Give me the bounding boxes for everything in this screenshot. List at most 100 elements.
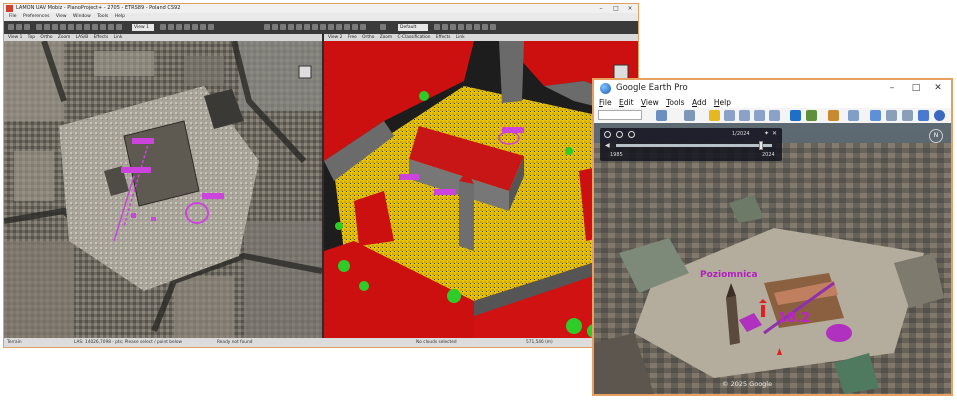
clip-icon[interactable] — [84, 24, 90, 30]
ortho-point-cloud[interactable] — [4, 41, 322, 340]
user-data-icon[interactable] — [352, 24, 358, 30]
view1-zoom[interactable]: Zoom — [58, 35, 70, 40]
menu-preferences[interactable]: Preferences — [23, 14, 49, 19]
ge-maps-icon[interactable] — [918, 110, 929, 121]
ge-maximize-icon[interactable]: □ — [905, 80, 927, 97]
palette-icon[interactable] — [442, 24, 448, 30]
view2-colorby[interactable]: C-Classification — [398, 35, 431, 40]
classification-icon[interactable] — [288, 24, 294, 30]
3d-view-pane[interactable]: View 2 Free Ortho Zoom C-Classification … — [324, 34, 638, 340]
view2-mode[interactable]: Free — [348, 35, 357, 40]
menu-view[interactable]: View — [56, 14, 67, 19]
return-icon[interactable] — [320, 24, 326, 30]
color-icon[interactable] — [100, 24, 106, 30]
side-view-icon[interactable] — [192, 24, 198, 30]
scan-angle-icon[interactable] — [336, 24, 342, 30]
info-icon[interactable] — [482, 24, 488, 30]
ge-globe-icon[interactable] — [934, 110, 945, 121]
ge-search-input[interactable] — [598, 110, 642, 120]
menu-file[interactable]: File — [9, 14, 17, 19]
ge-time-track[interactable] — [616, 144, 772, 147]
ge-menu-help[interactable]: Help — [714, 98, 731, 107]
intensity-icon[interactable] — [304, 24, 310, 30]
stats-icon[interactable] — [458, 24, 464, 30]
ge-path-icon[interactable] — [739, 110, 750, 121]
ge-time-settings-icon[interactable] — [604, 131, 611, 138]
view2-tab[interactable]: View 2 — [328, 35, 342, 40]
ge-planets-icon[interactable] — [828, 110, 839, 121]
ge-zoom-in-time-icon[interactable] — [616, 131, 623, 138]
layers-icon[interactable] — [24, 24, 30, 30]
menu-help[interactable]: Help — [115, 14, 125, 19]
measure-icon[interactable] — [68, 24, 74, 30]
view-cube-3d-icon[interactable] — [613, 64, 629, 80]
ge-overlay-icon[interactable] — [754, 110, 765, 121]
refresh-icon[interactable] — [208, 24, 214, 30]
view-combo[interactable]: View 1 — [132, 24, 154, 31]
classified-point-cloud[interactable] — [324, 41, 638, 340]
zoom-icon[interactable] — [60, 24, 66, 30]
fit-icon[interactable] — [200, 24, 206, 30]
persp-icon[interactable] — [168, 24, 174, 30]
ge-print-icon[interactable] — [886, 110, 897, 121]
ge-imagery[interactable] — [594, 123, 951, 394]
source-icon[interactable] — [344, 24, 350, 30]
ge-menu-tools[interactable]: Tools — [666, 98, 684, 107]
top-view-icon[interactable] — [176, 24, 182, 30]
eye-dome-icon[interactable] — [280, 24, 286, 30]
view2-zoom[interactable]: Zoom — [380, 35, 392, 40]
open-icon[interactable] — [8, 24, 14, 30]
ge-menu-edit[interactable]: Edit — [619, 98, 634, 107]
ge-zoom-out-time-icon[interactable] — [628, 131, 635, 138]
style-combo[interactable]: Default — [398, 24, 428, 31]
ge-save-image-icon[interactable] — [902, 110, 913, 121]
profile-icon[interactable] — [474, 24, 480, 30]
ge-3d-viewport[interactable]: 1/2024 ✦ ✕ ◀ 1985 2024 N Poziomnica 18.2… — [594, 123, 951, 394]
view1-tab[interactable]: View 1 — [8, 35, 22, 40]
view1-colorby[interactable]: LAS/B — [76, 35, 89, 40]
maximize-icon[interactable]: □ — [609, 4, 623, 13]
time-icon[interactable] — [328, 24, 334, 30]
ge-menu-view[interactable]: View — [641, 98, 659, 107]
view2-effects[interactable]: Effects — [436, 35, 451, 40]
style-icon[interactable] — [380, 24, 386, 30]
front-view-icon[interactable] — [184, 24, 190, 30]
light-icon[interactable] — [108, 24, 114, 30]
menu-tools[interactable]: Tools — [97, 14, 108, 19]
ge-sidebar-icon[interactable] — [684, 110, 695, 121]
legend-icon[interactable] — [450, 24, 456, 30]
ge-time-wrench-icon[interactable]: ✦ — [764, 130, 769, 137]
view2-projection[interactable]: Ortho — [362, 35, 374, 40]
view1-link[interactable]: Link — [114, 35, 123, 40]
ge-time-close-icon[interactable]: ✕ — [772, 130, 777, 137]
ge-polygon-icon[interactable] — [724, 110, 735, 121]
rotate-icon[interactable] — [52, 24, 58, 30]
ortho-icon[interactable] — [160, 24, 166, 30]
ge-historical-imagery-icon[interactable] — [790, 110, 801, 121]
minimize-icon[interactable]: – — [594, 4, 608, 13]
ge-tour-icon[interactable] — [769, 110, 780, 121]
pan-icon[interactable] — [44, 24, 50, 30]
view1-mode[interactable]: Top — [28, 35, 35, 40]
ge-menu-file[interactable]: File — [599, 98, 612, 107]
rgb-icon[interactable] — [312, 24, 318, 30]
ge-time-back-icon[interactable]: ◀ — [605, 142, 610, 149]
top-view-pane[interactable]: View 1 Top Ortho Zoom LAS/B Effects Link — [4, 34, 322, 340]
elevation-icon[interactable] — [296, 24, 302, 30]
menu-window[interactable]: Window — [73, 14, 91, 19]
close-icon[interactable]: × — [623, 4, 637, 13]
ge-compass-icon[interactable]: N — [929, 129, 943, 143]
save-icon[interactable] — [16, 24, 22, 30]
view1-projection[interactable]: Ortho — [40, 35, 52, 40]
ge-placemark-icon[interactable] — [709, 110, 720, 121]
histogram-icon[interactable] — [466, 24, 472, 30]
help-icon[interactable] — [490, 24, 496, 30]
section-icon[interactable] — [76, 24, 82, 30]
view1-effects[interactable]: Effects — [94, 35, 109, 40]
view2-link[interactable]: Link — [456, 35, 465, 40]
ge-time-thumb[interactable] — [759, 141, 764, 150]
ge-menu-add[interactable]: Add — [692, 98, 707, 107]
ge-close-icon[interactable]: ✕ — [927, 80, 949, 97]
select-icon[interactable] — [36, 24, 42, 30]
ge-placemark-label[interactable]: Poziomnica — [700, 270, 758, 280]
